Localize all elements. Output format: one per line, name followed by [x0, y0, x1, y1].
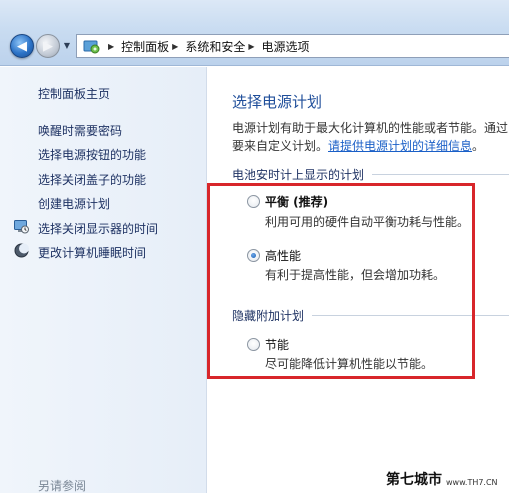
- sidebar-item-create-plan[interactable]: 创建电源计划: [38, 195, 110, 212]
- sidebar-item-control-panel-home[interactable]: 控制面板主页: [38, 85, 110, 102]
- arrow-left-icon: ◀: [17, 38, 27, 54]
- forward-button[interactable]: ▶: [36, 34, 60, 58]
- description-suffix: 。: [472, 139, 485, 153]
- control-panel-icon: [83, 40, 100, 54]
- divider: [372, 174, 509, 175]
- page-description: 电源计划有助于最大化计算机的性能或者节能。通过 要来自定义计划。请提供电源计划的…: [232, 119, 509, 155]
- breadcrumb-system-security[interactable]: 系统和安全: [185, 38, 245, 55]
- breadcrumb[interactable]: ▶ 控制面板 ▶ 系统和安全 ▶ 电源选项: [76, 34, 509, 58]
- sidebar-item-lid-close[interactable]: 选择关闭盖子的功能: [38, 171, 146, 188]
- description-prefix: 要来自定义计划。: [232, 139, 329, 153]
- sleep-moon-icon: [14, 243, 29, 258]
- main-content: 选择电源计划 电源计划有助于最大化计算机的性能或者节能。通过 要来自定义计划。请…: [208, 67, 509, 493]
- watermark: 第七城市 www.TH7.CN: [386, 467, 507, 489]
- breadcrumb-power-options[interactable]: 电源选项: [262, 38, 310, 55]
- plan-balanced-description: 利用可用的硬件自动平衡功耗与性能。: [265, 215, 470, 229]
- watermark-url: www.TH7.CN: [446, 478, 498, 487]
- breadcrumb-control-panel[interactable]: 控制面板: [121, 38, 169, 55]
- plan-power-saver-name[interactable]: 节能: [265, 336, 289, 353]
- see-also-heading: 另请参阅: [38, 479, 87, 493]
- description-line-2: 要来自定义计划。请提供电源计划的详细信息。: [232, 137, 509, 155]
- plan-details-link[interactable]: 请提供电源计划的详细信息: [328, 139, 472, 153]
- hidden-plans-header[interactable]: 隐藏附加计划: [232, 307, 509, 324]
- display-power-icon: [14, 220, 29, 234]
- plan-high-performance-name[interactable]: 高性能: [265, 247, 301, 264]
- address-bar: ◀ ▶ ▼ ▶ 控制面板 ▶ 系统和安全 ▶ 电源选项: [0, 0, 509, 66]
- sidebar-item-wake-password[interactable]: 唤醒时需要密码: [38, 122, 122, 139]
- plan-balanced-name[interactable]: 平衡 (推荐): [265, 193, 328, 210]
- page-title: 选择电源计划: [232, 93, 323, 111]
- section-title: 隐藏附加计划: [232, 309, 305, 323]
- plan-power-saver-radio[interactable]: [247, 338, 260, 351]
- back-button[interactable]: ◀: [10, 34, 34, 58]
- chevron-right-icon[interactable]: ▶: [248, 42, 254, 51]
- section-title: 电池安时计上显示的计划: [232, 168, 365, 182]
- plan-power-saver-description: 尽可能降低计算机性能以节能。: [265, 357, 434, 371]
- plan-high-performance-description: 有利于提高性能，但会增加功耗。: [265, 268, 446, 282]
- chevron-right-icon[interactable]: ▶: [172, 42, 178, 51]
- arrow-right-icon: ▶: [43, 38, 53, 54]
- sidebar: 控制面板主页 唤醒时需要密码 选择电源按钮的功能 选择关闭盖子的功能 创建电源计…: [0, 67, 207, 493]
- sidebar-item-power-button[interactable]: 选择电源按钮的功能: [38, 146, 146, 163]
- recent-pages-dropdown[interactable]: ▼: [62, 40, 72, 52]
- plan-high-performance-radio[interactable]: [247, 249, 260, 262]
- sidebar-item-sleep-time[interactable]: 更改计算机睡眠时间: [38, 244, 146, 261]
- sidebar-item-display-off-time[interactable]: 选择关闭显示器的时间: [38, 220, 158, 237]
- battery-meter-plans-header: 电池安时计上显示的计划: [232, 166, 509, 183]
- description-line-1: 电源计划有助于最大化计算机的性能或者节能。通过: [232, 121, 509, 135]
- divider: [312, 315, 509, 316]
- chevron-right-icon[interactable]: ▶: [108, 42, 114, 51]
- watermark-brand: 第七城市: [386, 472, 442, 488]
- plan-balanced-radio[interactable]: [247, 195, 260, 208]
